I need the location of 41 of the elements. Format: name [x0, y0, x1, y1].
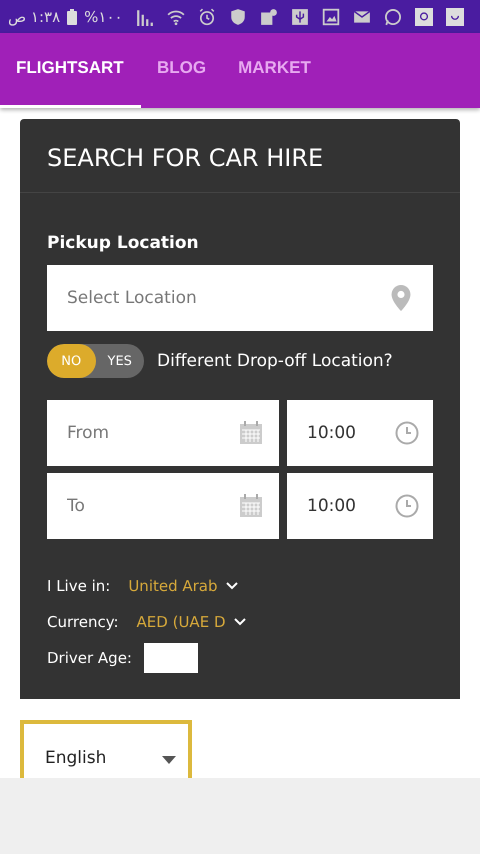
time-value: 10:00	[307, 496, 356, 516]
nav-tab[interactable]: BLOG	[141, 33, 222, 108]
toggle-option[interactable]: YES	[96, 344, 144, 378]
option-dropdown[interactable]: United Arab	[128, 577, 218, 595]
time-field[interactable]: 10:00	[287, 473, 433, 539]
wifi-icon	[166, 8, 185, 26]
location-field[interactable]: Select Location	[47, 265, 433, 331]
image-icon	[322, 8, 340, 26]
clock-icon	[395, 421, 419, 445]
shield-icon	[228, 8, 247, 26]
date-field[interactable]: To	[47, 473, 279, 539]
option-label: Currency:	[47, 613, 119, 631]
chat-icon	[384, 8, 402, 26]
card-title: SEARCH FOR CAR HIRE	[20, 119, 460, 193]
chevron-down-icon	[226, 582, 238, 590]
toggle-switch[interactable]: NO YES	[47, 344, 144, 378]
nav-tab[interactable]: FLIGHTSART	[0, 33, 141, 108]
app-icon	[446, 8, 464, 26]
date-field[interactable]: From	[47, 400, 279, 466]
driver-age-field[interactable]	[144, 643, 198, 673]
option-label: Driver Age:	[47, 649, 132, 667]
chevron-down-icon	[234, 618, 246, 626]
battery-percent: %١٠٠	[84, 8, 123, 26]
field-label: Pickup Location	[47, 233, 200, 253]
signal-icon	[136, 8, 154, 26]
time-field[interactable]: 10:00	[287, 400, 433, 466]
app-icon	[414, 8, 433, 26]
alarm-icon	[198, 8, 216, 26]
dropoff-label: Different Drop-off Location?	[157, 351, 393, 371]
battery-icon	[67, 8, 78, 24]
calendar-icon	[239, 421, 263, 445]
usb-icon	[290, 8, 309, 26]
calendar-icon	[239, 494, 263, 518]
status-time: ١:٣٨ ص	[8, 8, 60, 26]
location-pin-icon	[391, 285, 411, 311]
nav-tab[interactable]: MARKET	[222, 33, 327, 108]
option-label: I Live in:	[47, 577, 110, 595]
dropdown-arrow-icon	[162, 756, 176, 764]
time-value: 10:00	[307, 423, 356, 443]
option-dropdown[interactable]: AED (UAE D	[136, 613, 226, 631]
clock-icon	[395, 494, 419, 518]
